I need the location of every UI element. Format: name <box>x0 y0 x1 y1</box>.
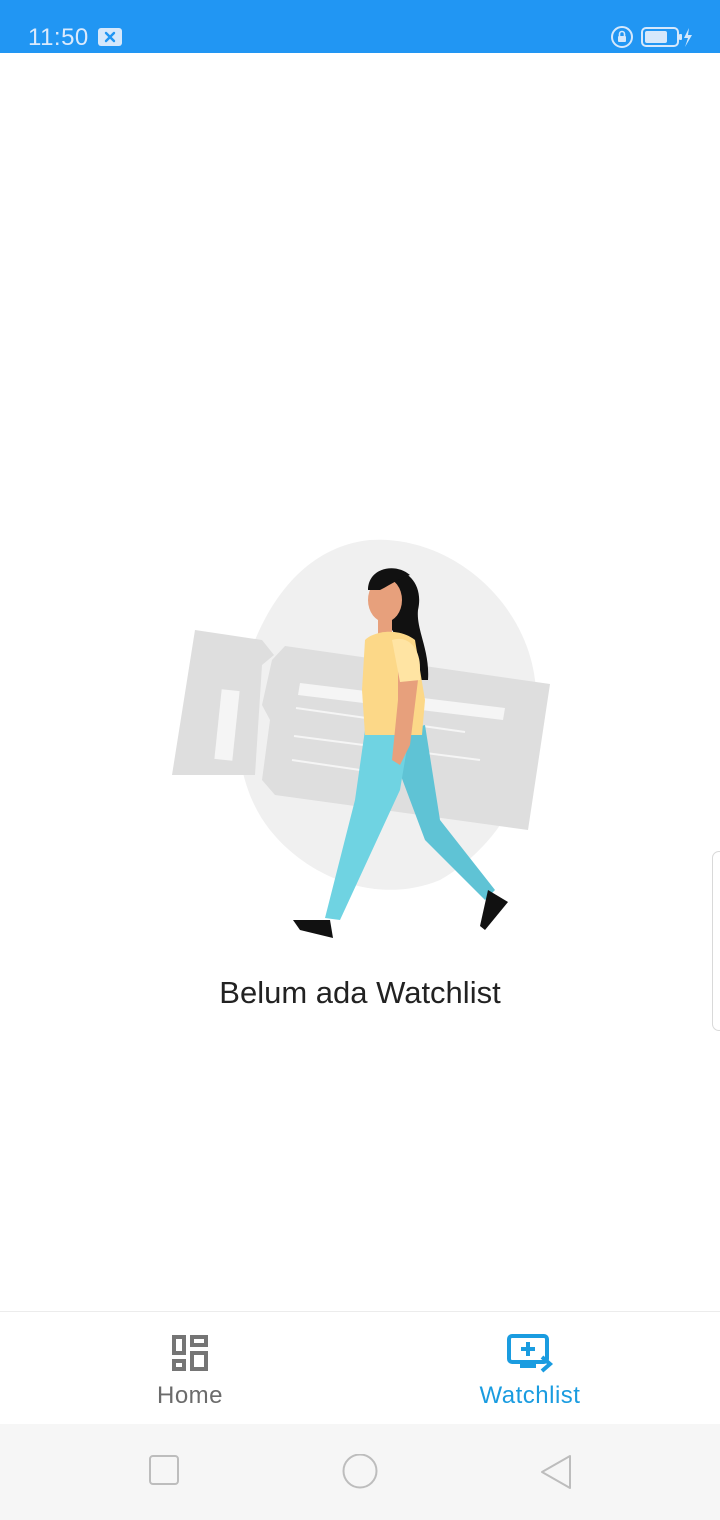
empty-watchlist-message: Belum ada Watchlist <box>219 975 501 1010</box>
woman-walking-with-ticket-illustration <box>172 539 550 938</box>
nav-label-home: Home <box>156 1382 224 1409</box>
status-time: 11:50 <box>28 24 89 51</box>
watchlist-content: Belum ada Watchlist <box>0 53 720 1311</box>
recent-apps-icon[interactable] <box>148 1454 180 1486</box>
dashboard-icon <box>172 1335 208 1371</box>
status-bar: 11:50 <box>0 0 720 53</box>
notification-close-icon <box>98 28 122 46</box>
nav-label-watchlist: Watchlist <box>479 1382 581 1409</box>
nav-item-home[interactable]: Home <box>10 1312 370 1425</box>
system-navigation-bar <box>0 1424 720 1520</box>
edge-panel-handle[interactable] <box>712 851 720 1031</box>
nav-item-watchlist[interactable]: Watchlist <box>350 1312 710 1425</box>
tv-add-icon <box>507 1334 554 1373</box>
home-circle-icon[interactable] <box>341 1454 379 1492</box>
back-triangle-icon[interactable] <box>539 1454 573 1490</box>
battery-charging-icon <box>641 27 692 47</box>
rotation-lock-icon <box>611 26 633 48</box>
bottom-navigation: Home Watchlist <box>0 1311 720 1424</box>
